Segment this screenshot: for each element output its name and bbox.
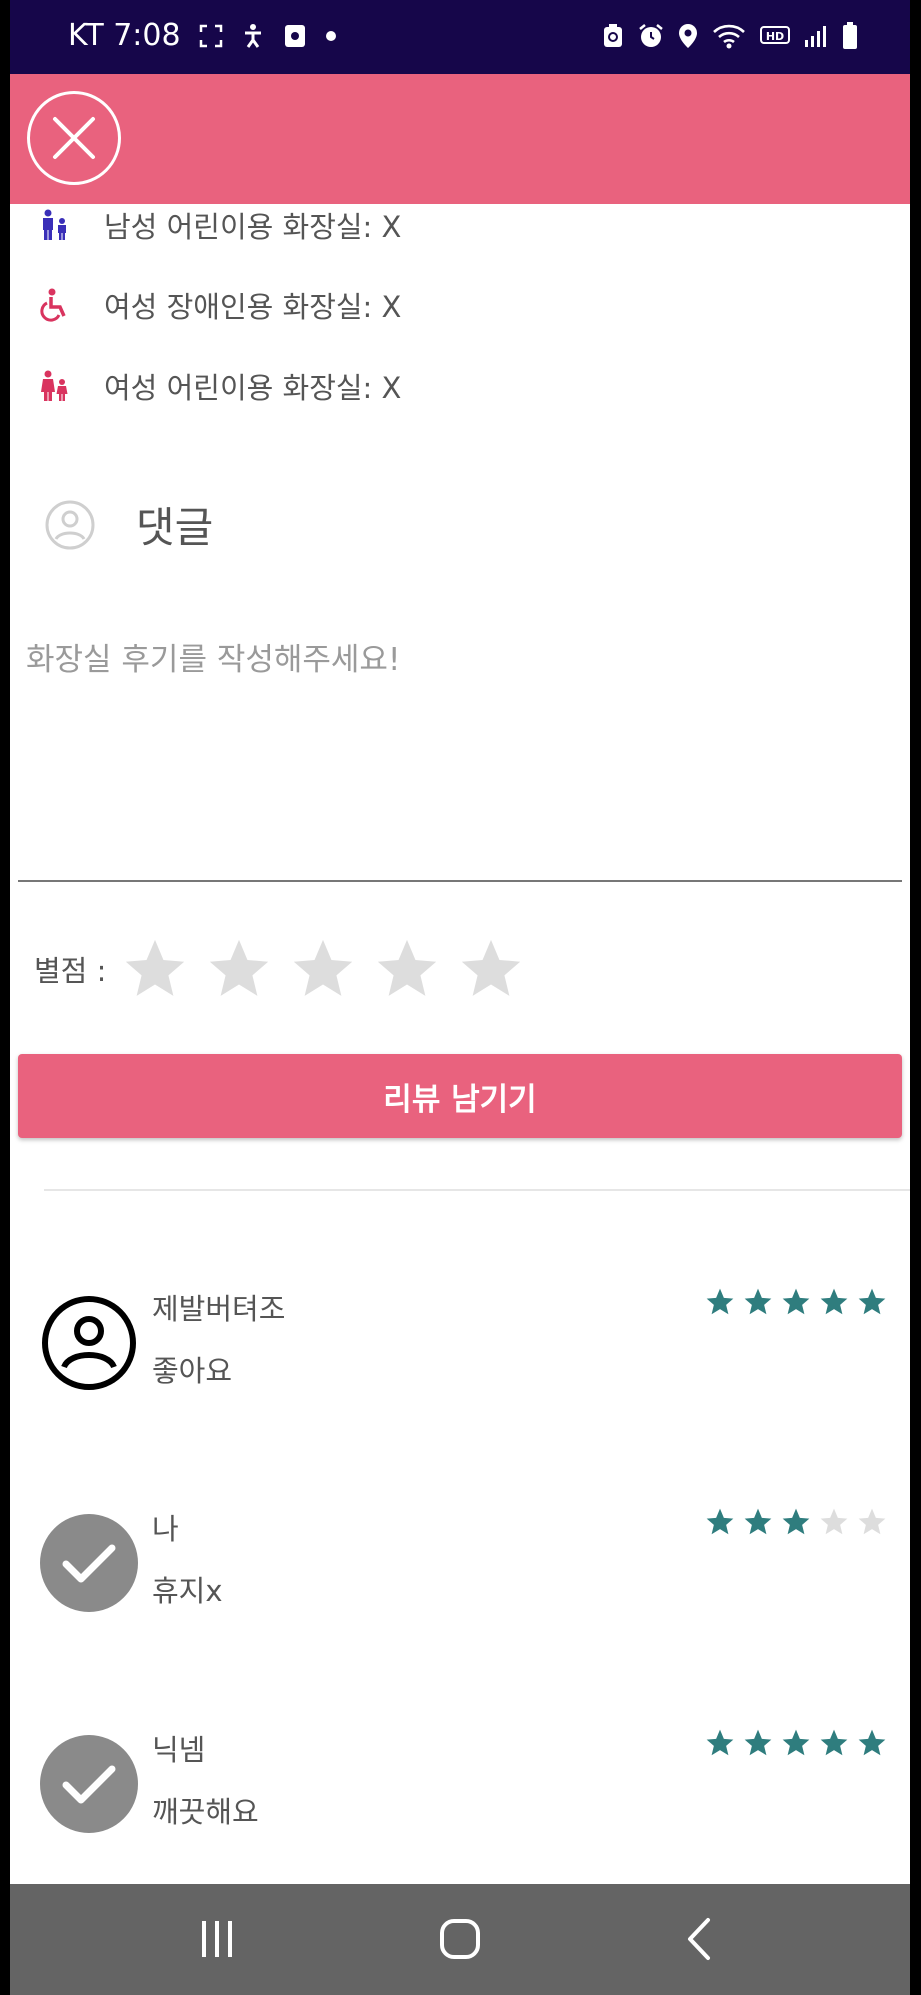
star-filled-icon	[782, 1729, 810, 1756]
user-circle-icon	[45, 500, 95, 549]
star-filled-icon	[706, 1288, 734, 1315]
star-filled-icon	[706, 1729, 734, 1756]
review-author: 닉넴	[152, 1733, 206, 1767]
comment-header: 댓글	[44, 494, 213, 555]
star-filled-icon	[858, 1288, 886, 1315]
star-filled-icon	[706, 1508, 734, 1535]
male-child-toilet-icon	[43, 209, 66, 240]
home-icon	[440, 1919, 480, 1959]
review-item: 제발버텨조 좋아요	[10, 1286, 910, 1406]
phone-screen: KT 7:08 HD 남성 어린이용 화장실: X 여성 장애인용 화장실: X…	[10, 0, 910, 1995]
battery-icon	[843, 22, 857, 49]
screenshot-icon	[199, 24, 222, 47]
facility-label: 여성 장애인용 화장실: X	[104, 290, 402, 324]
person-outline-icon	[42, 1296, 136, 1390]
review-text: 휴지x	[152, 1574, 223, 1608]
wifi-icon	[713, 24, 745, 49]
check-circle-icon	[40, 1735, 138, 1833]
rating-row: 별점 :	[34, 934, 540, 1004]
star-filled-icon	[858, 1729, 886, 1756]
recycle-icon	[604, 24, 622, 47]
check-circle-icon	[40, 1514, 138, 1612]
rating-star-4[interactable]	[372, 934, 442, 1004]
facility-male-child: 남성 어린이용 화장실: X	[40, 204, 401, 246]
facility-female-disabled: 여성 장애인용 화장실: X	[40, 284, 401, 326]
alarm-icon	[639, 24, 663, 47]
status-right: HD	[602, 22, 858, 50]
rating-star-3[interactable]	[288, 934, 358, 1004]
rating-star-5[interactable]	[456, 934, 526, 1004]
star-filled-icon	[782, 1288, 810, 1315]
recent-apps-icon	[202, 1921, 232, 1957]
rating-star-1[interactable]	[120, 934, 190, 1004]
back-icon	[688, 1918, 710, 1960]
star-filled-icon	[744, 1508, 772, 1535]
divider	[44, 1189, 910, 1191]
facility-female-child: 여성 어린이용 화장실: X	[40, 365, 401, 407]
wheelchair-icon	[40, 288, 66, 322]
recent-apps-button[interactable]	[157, 1884, 277, 1995]
star-filled-icon	[744, 1288, 772, 1315]
review-item: 닉넴 깨끗해요	[10, 1727, 910, 1847]
detail-content: 남성 어린이용 화장실: X 여성 장애인용 화장실: X 여성 어린이용 화장…	[10, 204, 910, 1884]
comment-title: 댓글	[136, 503, 214, 552]
female-child-toilet-icon	[41, 370, 68, 401]
status-bar: KT 7:08 HD	[10, 0, 910, 74]
review-input[interactable]	[18, 624, 902, 882]
back-button[interactable]	[640, 1884, 760, 1995]
media-icon	[284, 24, 305, 47]
app-bar	[10, 74, 910, 204]
review-stars	[704, 1286, 888, 1318]
carrier-time: KT 7:08	[68, 18, 181, 53]
status-left: KT 7:08	[68, 18, 337, 53]
dot-icon	[325, 30, 336, 41]
location-icon	[679, 24, 697, 48]
review-item: 나 휴지x	[10, 1506, 910, 1626]
home-button[interactable]	[400, 1884, 520, 1995]
star-filled-icon	[820, 1288, 848, 1315]
review-text: 좋아요	[152, 1354, 233, 1388]
rating-label: 별점 :	[34, 954, 107, 988]
close-button[interactable]	[27, 91, 121, 185]
review-text: 깨끗해요	[152, 1795, 259, 1829]
star-filled-icon	[820, 1729, 848, 1756]
review-author: 제발버텨조	[152, 1292, 286, 1326]
accessibility-icon	[244, 23, 261, 48]
review-stars	[704, 1727, 888, 1759]
signal-icon	[805, 26, 826, 47]
facility-label: 남성 어린이용 화장실: X	[104, 210, 402, 244]
close-icon	[53, 117, 95, 159]
facility-label: 여성 어린이용 화장실: X	[104, 371, 402, 405]
navigation-bar	[10, 1884, 910, 1995]
star-filled-icon	[782, 1508, 810, 1535]
submit-review-button[interactable]: 리뷰 남기기	[18, 1054, 902, 1138]
svg-text:HD: HD	[766, 30, 784, 43]
review-author: 나	[152, 1512, 179, 1546]
star-filled-icon	[744, 1729, 772, 1756]
star-empty-icon	[820, 1508, 848, 1535]
review-stars	[704, 1506, 888, 1538]
star-empty-icon	[858, 1508, 886, 1535]
hd-icon: HD	[760, 26, 790, 44]
rating-star-2[interactable]	[204, 934, 274, 1004]
